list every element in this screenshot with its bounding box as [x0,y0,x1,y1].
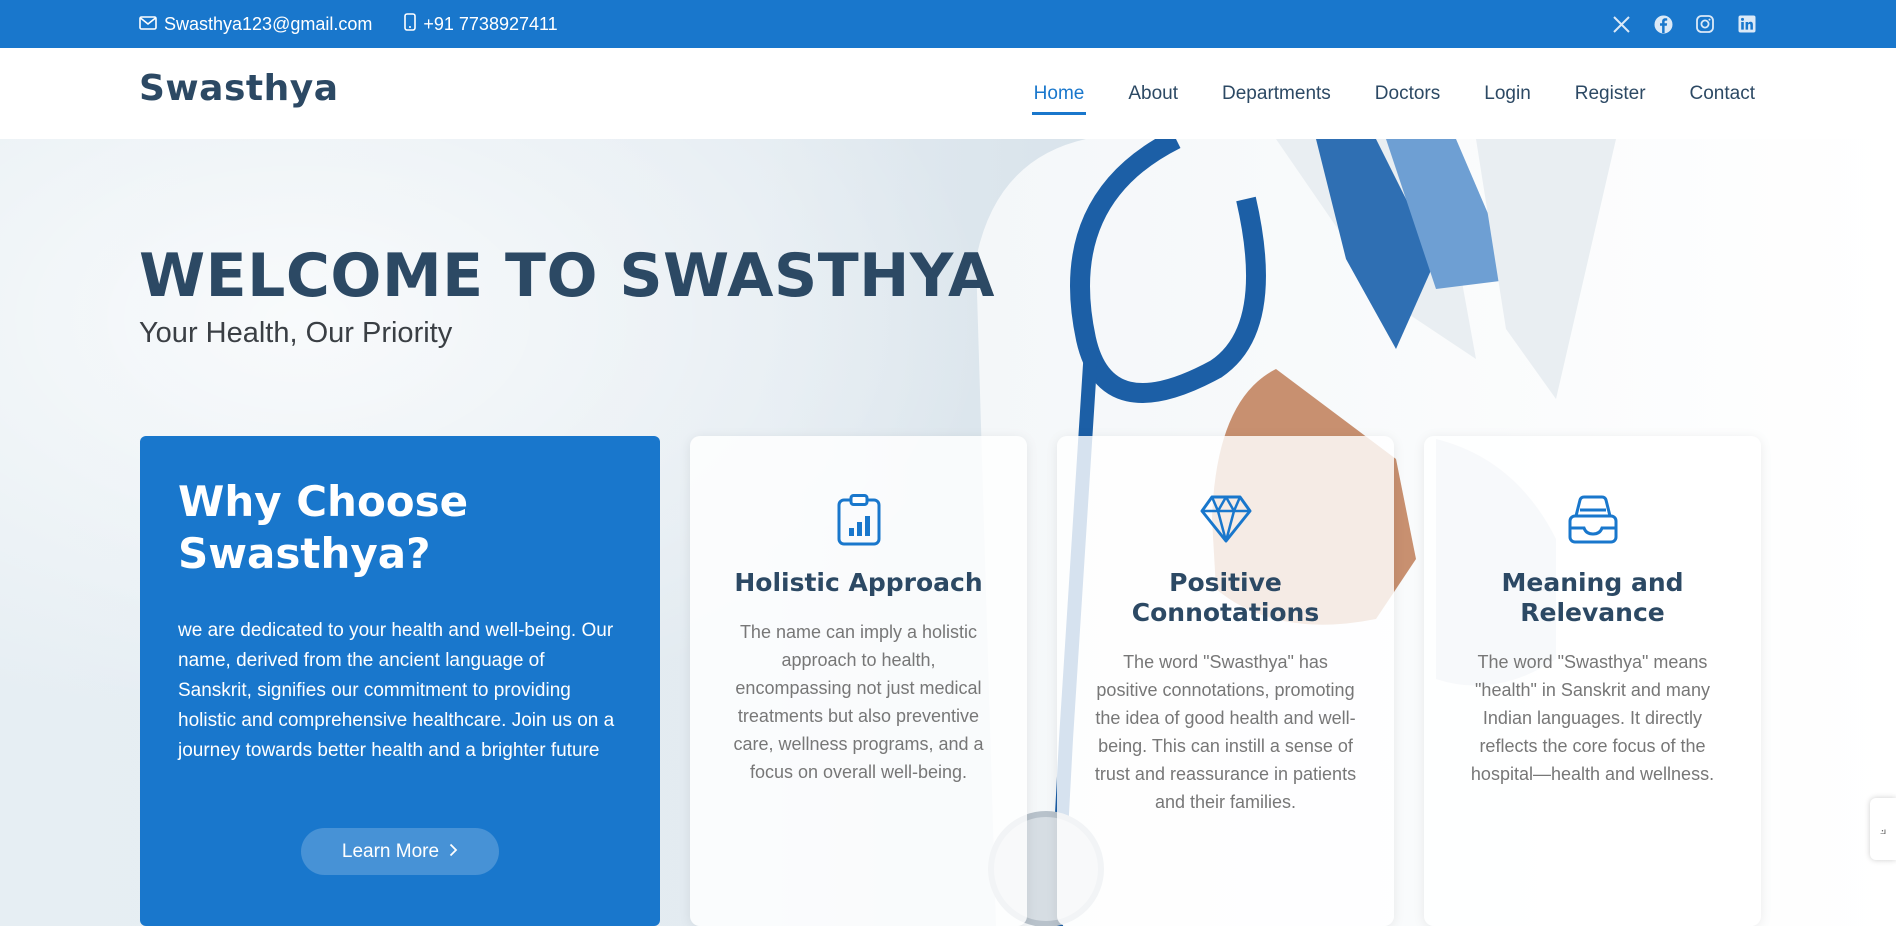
phone-text: +91 7738927411 [423,13,558,34]
nav-home[interactable]: Home [1031,75,1087,115]
main-nav: Home About Departments Doctors Login Reg… [1031,48,1757,139]
hero-title: WELCOME TO SWASTHYA [139,241,995,311]
site-header: Swasthya Home About Departments Doctors … [0,48,1896,139]
why-text: we are dedicated to your health and well… [178,620,615,761]
nav-doctors[interactable]: Doctors [1373,75,1442,113]
nav-departments[interactable]: Departments [1220,75,1333,113]
side-widget-tab[interactable]: ⟓ [1870,798,1896,860]
facebook-icon[interactable] [1653,14,1673,34]
hero-subtitle: Your Health, Our Priority [139,317,453,349]
nav-contact[interactable]: Contact [1688,75,1757,113]
site-logo[interactable]: Swasthya [139,68,339,109]
card-title: Positive Connotations [1131,568,1320,627]
chevron-right-icon [449,841,458,863]
inbox-icon [1460,494,1725,550]
instagram-icon[interactable] [1695,14,1715,34]
gem-icon [1093,494,1358,550]
hero-section: WELCOME TO SWASTHYA Your Health, Our Pri… [0,139,1896,926]
envelope-icon [139,14,157,35]
email-contact[interactable]: Swasthya123@gmail.com [139,14,372,35]
card-title: Holistic Approach [734,568,983,597]
feature-card-holistic: Holistic Approach The name can imply a h… [690,436,1027,926]
nav-about[interactable]: About [1126,75,1180,113]
why-title: Why Choose Swasthya? [178,477,469,578]
feature-card-meaning: Meaning and Relevance The word "Swasthya… [1424,436,1761,926]
card-title: Meaning and Relevance [1501,568,1684,627]
learn-more-button[interactable]: Learn More [301,828,499,875]
phone-contact[interactable]: +91 7738927411 [404,12,558,36]
card-text: The word "Swasthya" has positive connota… [1094,652,1357,812]
why-choose-box: Why Choose Swasthya? we are dedicated to… [140,436,660,926]
nav-register[interactable]: Register [1573,75,1648,113]
linkedin-icon[interactable] [1737,14,1757,34]
x-icon[interactable] [1611,14,1631,34]
top-bar: Swasthya123@gmail.com +91 7738927411 [0,0,1896,48]
phone-icon [404,12,417,36]
widget-icon: ⟓ [1879,820,1887,837]
feature-card-positive: Positive Connotations The word "Swasthya… [1057,436,1394,926]
card-text: The name can imply a holistic approach t… [733,622,984,782]
card-text: The word "Swasthya" means "health" in Sa… [1470,652,1715,784]
social-links [1611,0,1757,48]
nav-login[interactable]: Login [1482,75,1533,113]
email-text: Swasthya123@gmail.com [164,13,373,34]
learn-more-label: Learn More [341,840,440,862]
clipboard-chart-icon [726,494,991,550]
contact-info: Swasthya123@gmail.com +91 7738927411 [139,0,558,48]
